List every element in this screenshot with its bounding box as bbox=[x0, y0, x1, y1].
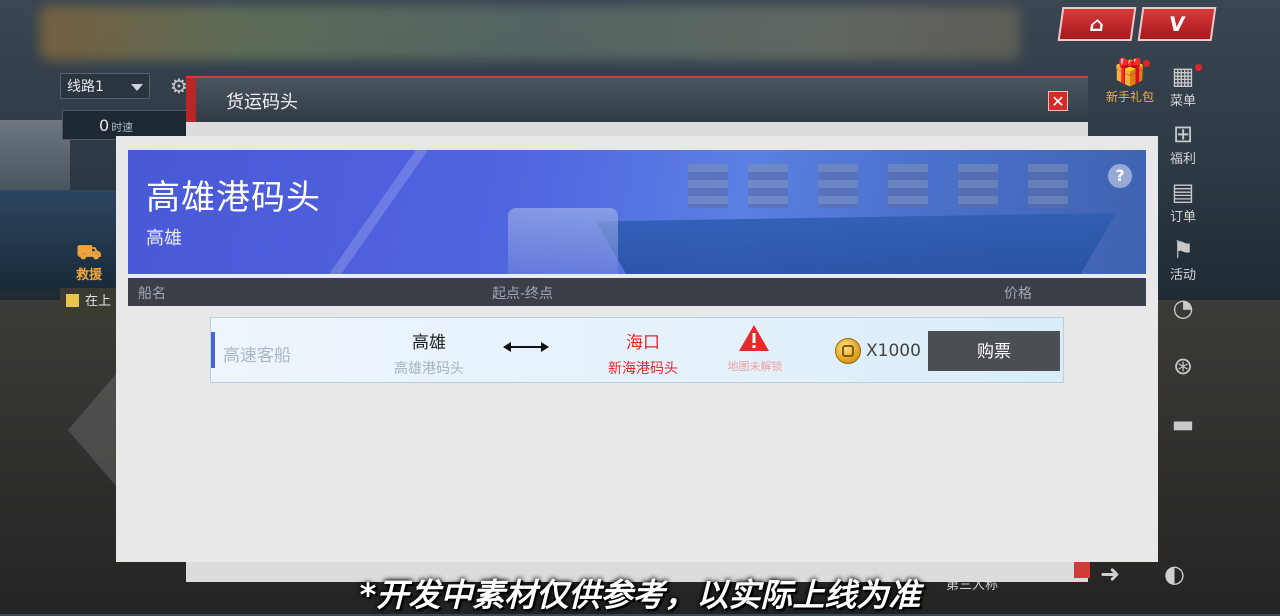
gift-box-icon: 🎁 bbox=[1113, 58, 1147, 88]
rescue-button[interactable]: ⛟ 救援 bbox=[66, 240, 112, 286]
header-accent bbox=[186, 78, 196, 122]
steering-wheel-icon: ⊛ bbox=[1172, 352, 1194, 380]
newbie-gift-button[interactable]: 🎁 新手礼包 bbox=[1100, 58, 1160, 110]
steering-wheel-button[interactable]: ⊛ bbox=[1158, 352, 1208, 410]
clipboard-icon: ▤ bbox=[1171, 178, 1195, 206]
cargo-ship-image bbox=[596, 213, 1116, 274]
container-stack bbox=[888, 164, 928, 208]
speedometer-icon: ◔ bbox=[1172, 294, 1194, 322]
blurred-top-bar bbox=[40, 6, 1020, 60]
shop-icon: ⌂ bbox=[1088, 12, 1106, 36]
container-stack bbox=[748, 164, 788, 208]
destination-city: 海口 bbox=[626, 333, 660, 353]
table-header: 船名 起点-终点 价格 bbox=[128, 278, 1146, 306]
task-label: 在上 bbox=[85, 294, 112, 309]
events-button[interactable]: ⚑ 活动 bbox=[1158, 236, 1208, 294]
row-marker bbox=[211, 332, 215, 368]
disclaimer-caption: *开发中素材仅供参考，以实际上线为准 bbox=[359, 576, 921, 614]
container-stack bbox=[688, 164, 728, 208]
port-banner: 高雄港码头 高雄 ? bbox=[128, 150, 1146, 277]
route-select[interactable]: 线路1 bbox=[60, 73, 150, 99]
menu-button[interactable]: ▦ 菜单 bbox=[1158, 62, 1208, 120]
dialog-title: 货运码头 bbox=[226, 92, 298, 113]
orders-label: 订单 bbox=[1169, 210, 1196, 225]
background-building bbox=[0, 120, 70, 190]
right-menu: ▦ 菜单 ⊞ 福利 ▤ 订单 ⚑ 活动 ◔ ⊛ ▬ bbox=[1158, 62, 1208, 468]
column-price: 价格 bbox=[1004, 286, 1032, 302]
notification-dot bbox=[1195, 64, 1202, 71]
chevron-down-icon bbox=[131, 84, 143, 91]
buy-ticket-button[interactable]: 购票 bbox=[928, 331, 1060, 371]
dialog-header: 货运码头 ✕ bbox=[186, 76, 1088, 122]
orders-button[interactable]: ▤ 订单 bbox=[1158, 178, 1208, 236]
coin-icon bbox=[835, 338, 861, 364]
shop-button[interactable]: ⌂ bbox=[1057, 7, 1137, 41]
speed-value: 0 bbox=[99, 116, 110, 135]
ticket-price: X1000 bbox=[866, 341, 921, 361]
notification-dot bbox=[1143, 60, 1150, 67]
origin-port: 高雄港码头 bbox=[394, 361, 464, 377]
horn-icon: ▬ bbox=[1171, 410, 1195, 438]
vip-icon: V bbox=[1167, 12, 1187, 36]
vip-button[interactable]: V bbox=[1137, 7, 1217, 41]
flag-icon: ⚑ bbox=[1172, 236, 1194, 264]
two-way-arrow-icon bbox=[503, 342, 549, 352]
gift-label: 新手礼包 bbox=[1105, 90, 1154, 104]
destination-port: 新海港码头 bbox=[608, 361, 678, 377]
close-button[interactable]: ✕ bbox=[1048, 91, 1068, 111]
container-stack bbox=[958, 164, 998, 208]
help-icon[interactable]: ? bbox=[1108, 164, 1132, 188]
origin-city: 高雄 bbox=[412, 333, 446, 353]
horn-button[interactable]: ▬ bbox=[1158, 410, 1208, 468]
welfare-label: 福利 bbox=[1169, 152, 1196, 167]
route-select-value: 线路1 bbox=[67, 79, 104, 95]
menu-label: 菜单 bbox=[1169, 94, 1196, 109]
warning-icon bbox=[739, 325, 769, 351]
ship-name: 高速客船 bbox=[223, 346, 291, 366]
rescue-label: 救援 bbox=[75, 268, 102, 283]
gift-icon: ⊞ bbox=[1172, 120, 1194, 148]
events-label: 活动 bbox=[1169, 268, 1196, 283]
container-stack bbox=[1028, 164, 1068, 208]
table-row: 高速客船 高雄 高雄港码头 海口 新海港码头 地图未解锁 X1000 购票 bbox=[210, 317, 1064, 383]
tow-truck-icon: ⛟ bbox=[76, 240, 102, 264]
column-ship: 船名 bbox=[138, 286, 166, 302]
task-button[interactable]: 在上 bbox=[60, 288, 120, 316]
speedometer-button[interactable]: ◔ bbox=[1158, 294, 1208, 352]
container-stack bbox=[818, 164, 858, 208]
port-title: 高雄港码头 bbox=[146, 178, 321, 218]
checklist-icon bbox=[66, 294, 79, 307]
speed-unit: 时速 bbox=[111, 121, 134, 134]
map-locked-warning: 地图未解锁 bbox=[727, 360, 783, 373]
port-city: 高雄 bbox=[146, 228, 182, 249]
welfare-button[interactable]: ⊞ 福利 bbox=[1158, 120, 1208, 178]
column-route: 起点-终点 bbox=[492, 286, 554, 302]
light-streak bbox=[305, 150, 441, 274]
truck-image bbox=[508, 208, 618, 274]
